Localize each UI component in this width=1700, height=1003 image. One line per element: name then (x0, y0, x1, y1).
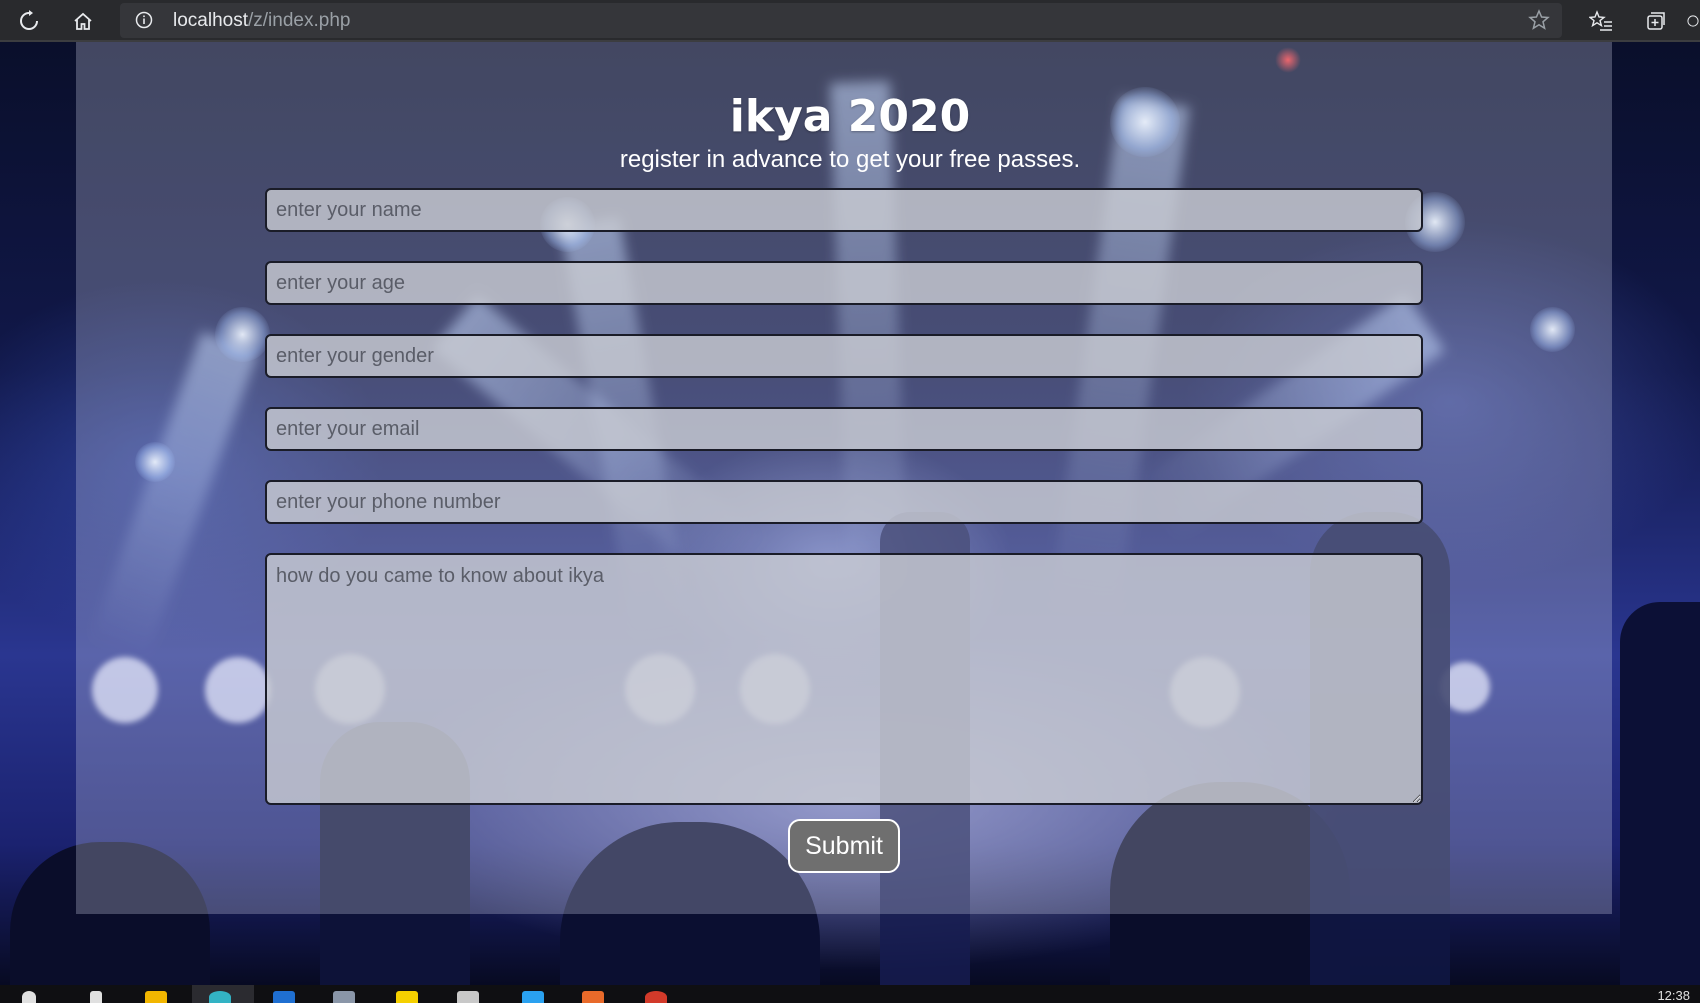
collections-icon[interactable] (1641, 6, 1671, 36)
referral-source-textarea[interactable] (265, 553, 1423, 805)
favorites-list-icon[interactable] (1586, 6, 1616, 36)
reload-icon[interactable] (14, 6, 44, 36)
store-icon[interactable] (273, 991, 295, 1003)
url-text[interactable]: localhost/z/index.php (173, 11, 350, 31)
vscode-icon[interactable] (522, 991, 544, 1003)
taskbar-clock: 12:38 (1657, 988, 1690, 1003)
home-icon[interactable] (68, 6, 98, 36)
file-explorer-icon[interactable] (145, 991, 167, 1003)
browser-toolbar: localhost/z/index.php (0, 0, 1700, 42)
url-path: /z/index.php (248, 10, 351, 31)
taskbar: 12:38 (0, 985, 1700, 1003)
page-subtitle: register in advance to get your free pas… (619, 146, 1081, 173)
favorite-star-icon[interactable] (1528, 9, 1550, 31)
name-input[interactable] (265, 188, 1423, 232)
crowd-silhouette (1620, 602, 1700, 985)
age-input[interactable] (265, 261, 1423, 305)
email-input[interactable] (265, 407, 1423, 451)
edge-browser-icon[interactable] (209, 991, 231, 1003)
page-title: ikya 2020 (729, 91, 971, 142)
task-view-icon[interactable] (90, 991, 102, 1003)
xampp-icon[interactable] (582, 991, 604, 1003)
submit-button[interactable]: Submit (788, 819, 900, 873)
settings-icon[interactable] (333, 991, 355, 1003)
address-bar[interactable]: localhost/z/index.php (120, 3, 1562, 38)
search-icon[interactable] (22, 991, 36, 1003)
url-host: localhost (173, 10, 248, 31)
phone-input[interactable] (265, 480, 1423, 524)
gender-input[interactable] (265, 334, 1423, 378)
app-red-icon[interactable] (645, 991, 667, 1003)
app-icon[interactable] (457, 991, 479, 1003)
sticky-notes-icon[interactable] (396, 991, 418, 1003)
profile-icon[interactable] (1686, 6, 1700, 36)
site-info-icon[interactable] (135, 11, 153, 29)
